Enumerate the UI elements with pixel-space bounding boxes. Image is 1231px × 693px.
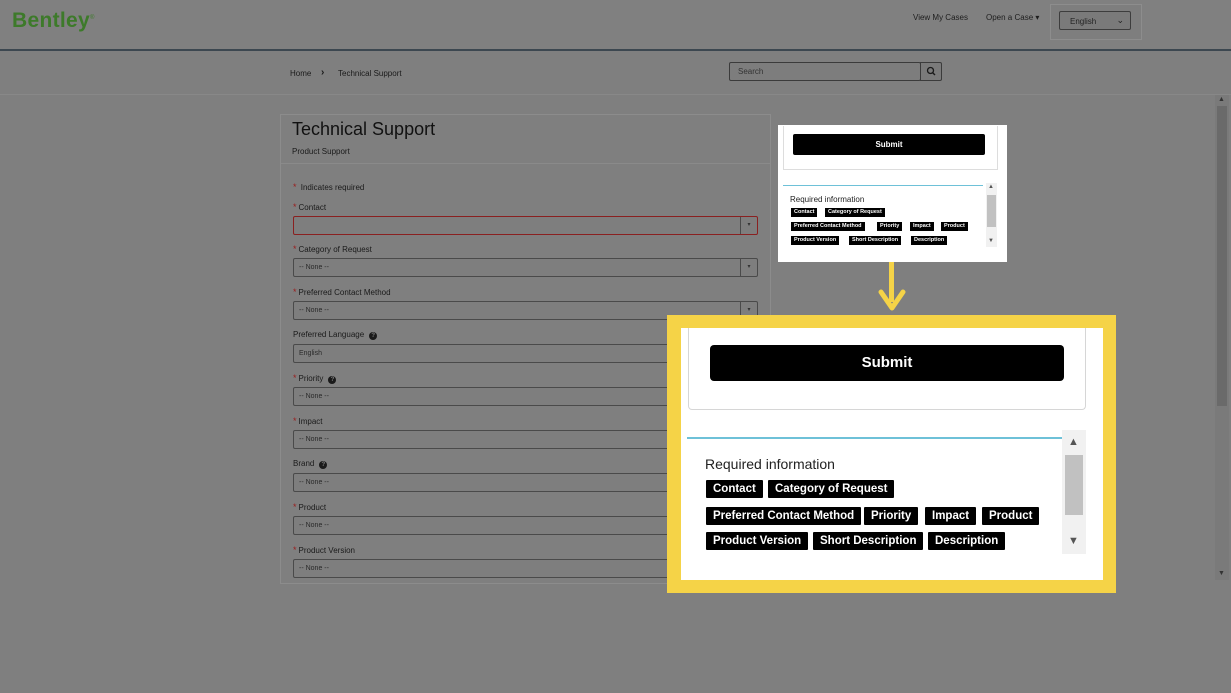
required-tag[interactable]: Product bbox=[941, 222, 968, 231]
scroll-up-icon[interactable]: ▲ bbox=[1068, 436, 1079, 448]
submit-button[interactable]: Submit bbox=[710, 345, 1064, 381]
help-icon[interactable]: ? bbox=[369, 332, 378, 340]
scroll-down-icon[interactable]: ▼ bbox=[1218, 570, 1225, 577]
breadcrumb-bar bbox=[0, 53, 1231, 95]
page-subtitle: Product Support bbox=[292, 147, 350, 156]
required-tag[interactable]: Product Version bbox=[706, 532, 809, 550]
search-button[interactable] bbox=[920, 62, 942, 81]
language-label: Preferred Language? bbox=[293, 330, 378, 340]
required-tag[interactable]: Category of Request bbox=[825, 208, 885, 217]
required-tag[interactable]: Category of Request bbox=[768, 480, 895, 498]
page-scrollbar-thumb[interactable] bbox=[1217, 106, 1227, 406]
product-label: * Product bbox=[293, 502, 327, 512]
required-note: * Indicates required bbox=[293, 182, 365, 192]
required-tag[interactable]: Short Description bbox=[849, 236, 902, 245]
contact-field[interactable]: ▾ bbox=[293, 216, 758, 235]
submit-button[interactable]: Submit bbox=[793, 134, 985, 155]
breadcrumb-chevron-icon: › bbox=[321, 67, 325, 78]
caret-down-icon: ▾ bbox=[1035, 13, 1040, 22]
impact-label: * Impact bbox=[293, 416, 323, 426]
required-info-title: Required information bbox=[705, 456, 835, 472]
required-info-title: Required information bbox=[790, 195, 865, 204]
divider bbox=[687, 437, 1063, 439]
category-select[interactable]: -- None -- ▾ bbox=[293, 258, 758, 277]
breadcrumb-home[interactable]: Home bbox=[290, 69, 311, 78]
page-title: Technical Support bbox=[292, 119, 436, 139]
scroll-up-icon[interactable]: ▲ bbox=[1218, 96, 1225, 103]
required-tag[interactable]: Impact bbox=[925, 507, 977, 525]
help-icon[interactable]: ? bbox=[328, 376, 337, 384]
help-icon[interactable]: ? bbox=[319, 461, 328, 469]
bentley-logo[interactable]: Bentley® bbox=[12, 9, 95, 33]
required-tag[interactable]: Priority bbox=[877, 222, 903, 231]
required-tag[interactable]: Short Description bbox=[813, 532, 924, 550]
required-scrollbar-thumb[interactable] bbox=[1065, 455, 1083, 515]
chevron-down-icon: ⌄ bbox=[1116, 15, 1124, 25]
required-tag[interactable]: Preferred Contact Method bbox=[706, 507, 862, 525]
required-scrollbar-thumb[interactable] bbox=[987, 195, 996, 227]
language-select[interactable]: English ⌄ bbox=[1059, 11, 1131, 30]
required-tag[interactable]: Description bbox=[928, 532, 1006, 550]
caret-down-icon: ▾ bbox=[740, 259, 757, 276]
breadcrumb-current: Technical Support bbox=[338, 69, 402, 78]
required-tag[interactable]: Contact bbox=[791, 208, 818, 217]
search-icon bbox=[926, 66, 936, 76]
brand-label: Brand? bbox=[293, 459, 328, 469]
arrow-down-icon bbox=[878, 289, 906, 311]
required-tag[interactable]: Product Version bbox=[791, 236, 840, 245]
scroll-down-icon[interactable]: ▼ bbox=[988, 238, 994, 244]
required-tag[interactable]: Description bbox=[911, 236, 948, 245]
contact-method-label: * Preferred Contact Method bbox=[293, 287, 391, 297]
product-version-label: * Product Version bbox=[293, 545, 355, 555]
required-tag[interactable]: Product bbox=[982, 507, 1040, 525]
category-label: * Category of Request bbox=[293, 244, 372, 254]
search-input[interactable]: Search bbox=[729, 62, 921, 81]
scroll-up-icon[interactable]: ▲ bbox=[988, 184, 994, 190]
required-tag[interactable]: Contact bbox=[706, 480, 763, 498]
top-header bbox=[0, 0, 1231, 51]
scroll-down-icon[interactable]: ▼ bbox=[1068, 535, 1079, 547]
required-tag[interactable]: Preferred Contact Method bbox=[791, 222, 865, 231]
priority-label: * Priority? bbox=[293, 373, 337, 384]
divider bbox=[281, 163, 770, 164]
contact-label: * Contact bbox=[293, 202, 327, 212]
divider bbox=[783, 185, 983, 186]
caret-down-icon: ▾ bbox=[740, 217, 757, 234]
required-tag[interactable]: Priority bbox=[864, 507, 919, 525]
view-my-cases-link[interactable]: View My Cases bbox=[913, 13, 968, 22]
open-a-case-menu[interactable]: Open a Case ▾ bbox=[986, 13, 1039, 22]
required-tag[interactable]: Impact bbox=[910, 222, 934, 231]
